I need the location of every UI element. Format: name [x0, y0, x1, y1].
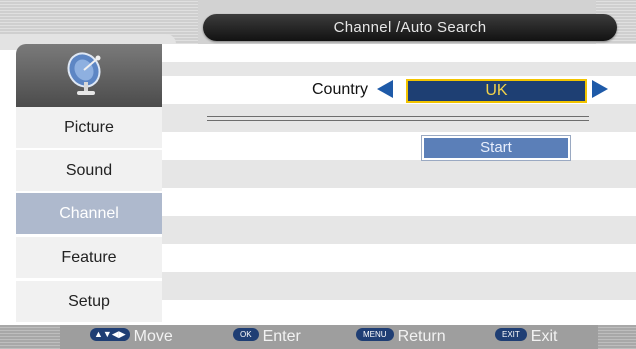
hint-return-label: Return — [397, 328, 446, 345]
hint-enter-label: Enter — [262, 328, 301, 345]
row-stripe — [162, 188, 636, 216]
satellite-dish-icon — [67, 52, 101, 95]
hint-exit-label: Exit — [530, 328, 558, 345]
row-stripe — [162, 216, 636, 244]
hint-move-label: Move — [133, 328, 173, 345]
row-stripe — [162, 62, 636, 76]
sidebar-item-setup[interactable]: Setup — [16, 281, 162, 324]
row-stripe — [162, 272, 636, 300]
hint-exit: EXIT Exit — [495, 325, 557, 349]
menu-key-icon: MENU — [356, 328, 394, 342]
page-title: Channel /Auto Search — [203, 14, 617, 41]
menu-icon-panel — [16, 44, 162, 107]
sidebar-item-feature[interactable]: Feature — [16, 237, 162, 280]
sidebar-item-sound[interactable]: Sound — [16, 150, 162, 193]
hint-return: MENU Return — [356, 325, 446, 349]
start-button[interactable]: Start — [421, 135, 571, 161]
country-next-arrow-icon[interactable] — [592, 80, 608, 98]
country-selector[interactable]: UK — [406, 79, 587, 103]
row-stripe — [162, 104, 636, 132]
bottom-texture-right — [598, 325, 636, 349]
country-label: Country — [312, 81, 369, 98]
hint-move: ▲▼◀▶ Move — [90, 325, 173, 349]
bottom-hint-bar: ▲▼◀▶ Move OK Enter MENU Return EXIT Exit — [0, 325, 636, 349]
divider-line — [207, 116, 589, 117]
country-prev-arrow-icon[interactable] — [377, 80, 393, 98]
bottom-texture-left — [0, 325, 60, 349]
row-stripe — [162, 44, 636, 62]
arrow-keys-icon: ▲▼◀▶ — [90, 328, 130, 342]
ok-key-icon: OK — [233, 328, 259, 342]
row-stripe — [162, 300, 636, 325]
sidebar-item-picture[interactable]: Picture — [16, 107, 162, 150]
divider-line — [207, 120, 589, 121]
exit-key-icon: EXIT — [495, 328, 527, 342]
row-stripe — [162, 244, 636, 272]
row-stripe — [162, 160, 636, 188]
sidebar-item-channel[interactable]: Channel — [16, 193, 162, 236]
hint-enter: OK Enter — [233, 325, 301, 349]
